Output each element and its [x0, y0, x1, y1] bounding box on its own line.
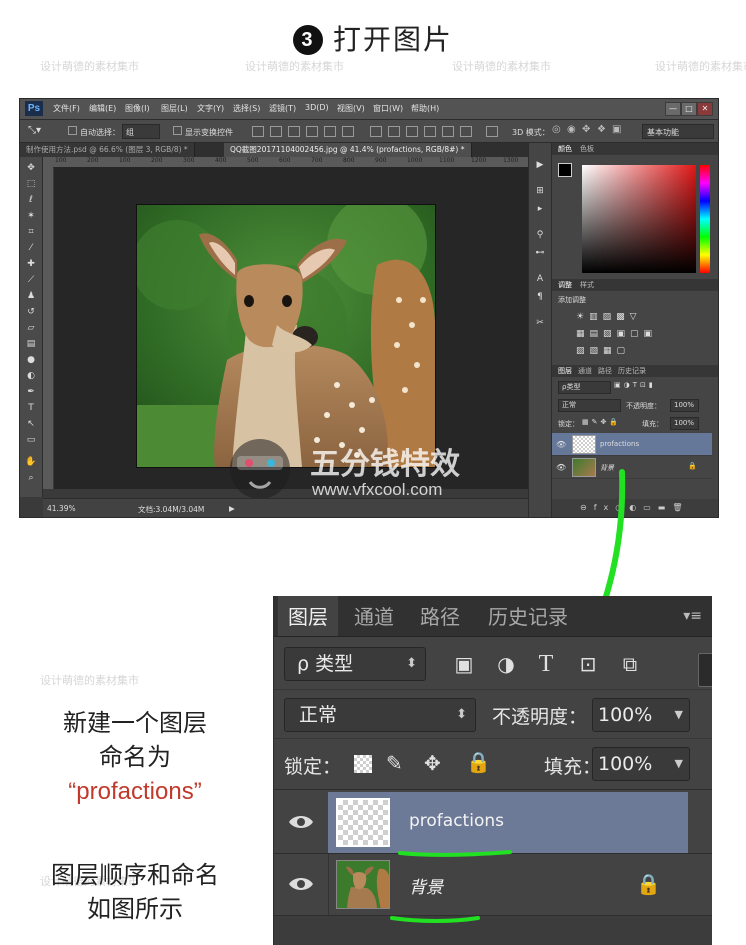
quote-close: ” [193, 778, 202, 805]
note-layer-name: profactions [76, 778, 194, 805]
note-line-3: “profactions” [20, 774, 250, 809]
note-new-layer: 新建一个图层 命名为 “profactions” [20, 706, 250, 809]
note-layer-order: 图层顺序和命名 如图所示 [20, 858, 250, 926]
note-line-1: 新建一个图层 [63, 709, 207, 737]
note-line-4: 图层顺序和命名 [51, 861, 219, 889]
note-line-2: 命名为 [99, 743, 171, 771]
note-line-5: 如图所示 [87, 895, 183, 923]
